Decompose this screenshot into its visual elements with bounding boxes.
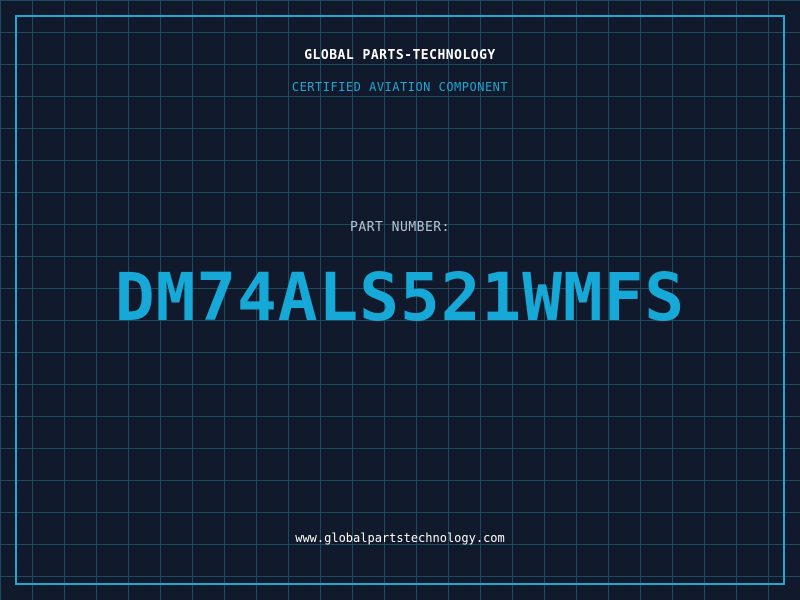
website-url: www.globalpartstechnology.com xyxy=(295,531,505,545)
part-number-value: DM74ALS521WMFS xyxy=(114,259,686,336)
certification-tagline: CERTIFIED AVIATION COMPONENT xyxy=(291,80,509,94)
company-name: GLOBAL PARTS-TECHNOLOGY xyxy=(304,48,496,63)
part-number-label: PART NUMBER: xyxy=(350,220,450,235)
